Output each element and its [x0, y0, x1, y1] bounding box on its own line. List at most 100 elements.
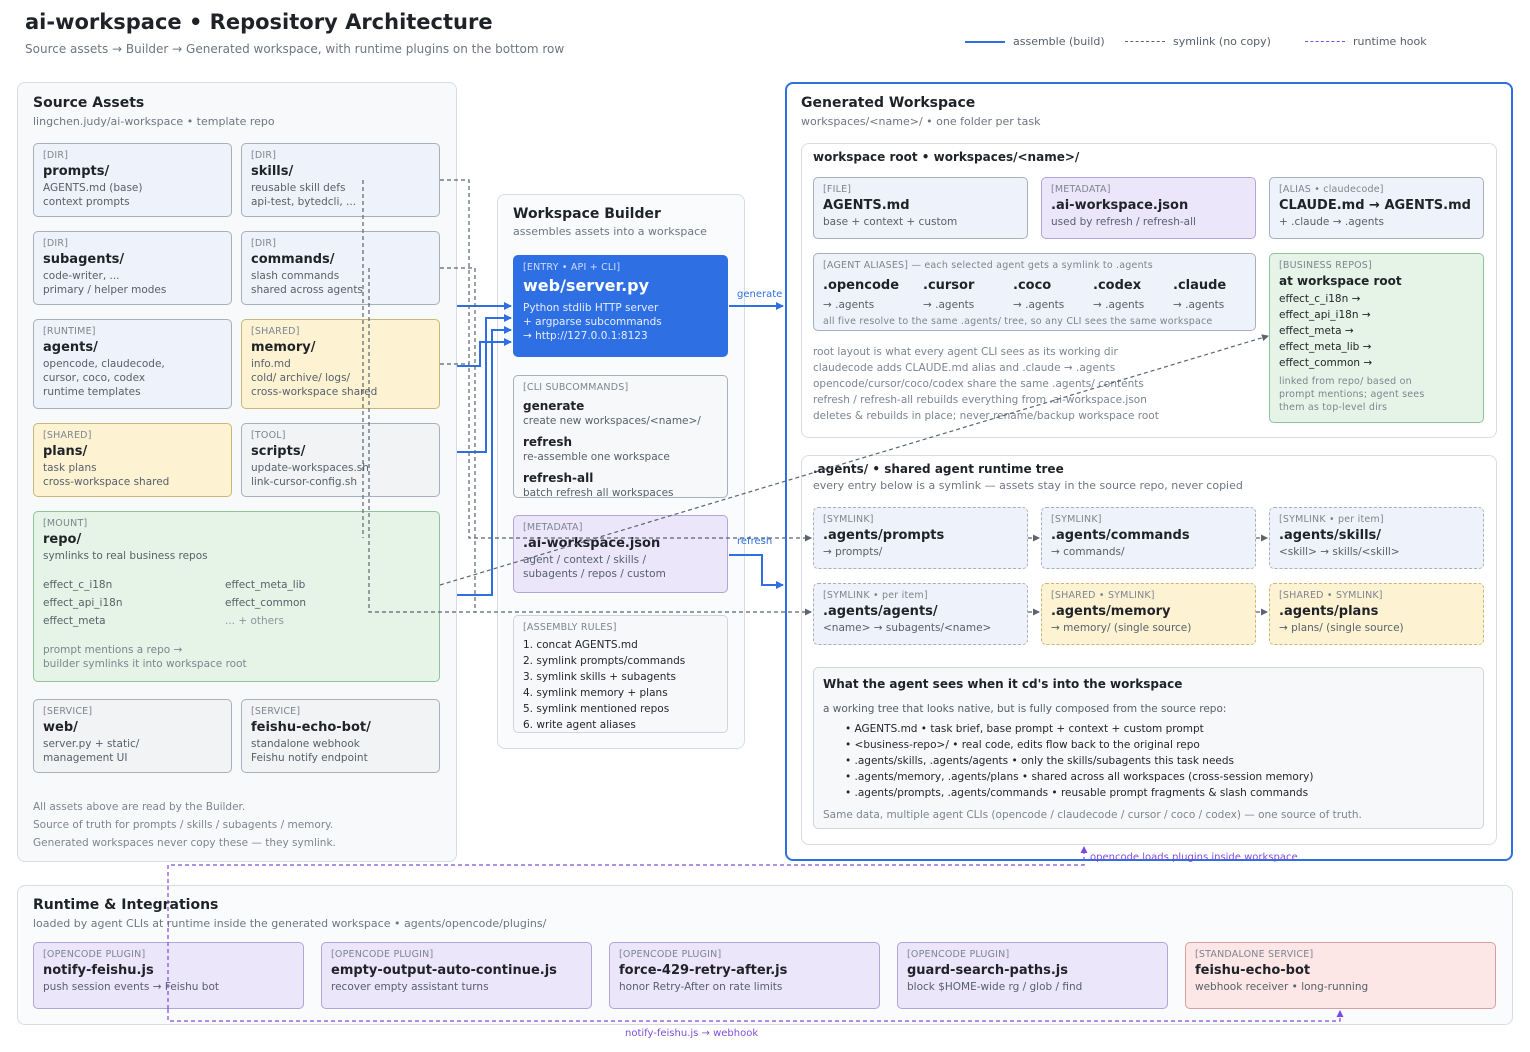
- card-desc: standalone webhook: [251, 738, 360, 750]
- card-tag: [SHARED]: [251, 326, 300, 337]
- plugin-empty-output[interactable]: [OPENCODE PLUGIN] empty-output-auto-cont…: [321, 942, 592, 1009]
- root-claude-alias-card[interactable]: [ALIAS • claudecode] CLAUDE.md → AGENTS.…: [1269, 177, 1484, 239]
- card-desc: link-cursor-config.sh: [251, 476, 358, 488]
- source-scripts-card[interactable]: [TOOL] scripts/ update-workspaces.sh lin…: [241, 423, 440, 497]
- repo-item: effect_meta: [43, 615, 106, 627]
- source-commands-card[interactable]: [DIR] commands/ slash commands shared ac…: [241, 231, 440, 305]
- card-tag: [ALIAS • claudecode]: [1279, 184, 1384, 195]
- tree-agents-card[interactable]: [SYMLINK • per item] .agents/agents/ <na…: [813, 583, 1028, 645]
- builder-cli-card[interactable]: [CLI SUBCOMMANDS] generate create new wo…: [513, 375, 728, 498]
- root-json-card[interactable]: [METADATA] .ai-workspace.json used by re…: [1041, 177, 1256, 239]
- cli-refresh-all: refresh-all: [523, 471, 594, 485]
- card-desc: context prompts: [43, 196, 130, 208]
- plugin-guard-search[interactable]: [OPENCODE PLUGIN] guard-search-paths.js …: [897, 942, 1168, 1009]
- card-desc: update-workspaces.sh: [251, 462, 369, 474]
- agents-tree-title: .agents/ • shared agent runtime tree: [813, 462, 1064, 476]
- agent-sees-item: • AGENTS.md • task brief, base prompt + …: [845, 723, 1204, 735]
- card-desc: reusable skill defs: [251, 182, 346, 194]
- rule-item: 2. symlink prompts/commands: [523, 655, 686, 667]
- card-tag: [AGENT ALIASES] — each selected agent ge…: [823, 260, 1153, 271]
- card-tag: [MOUNT]: [43, 518, 88, 529]
- cli-refresh-all-desc: batch refresh all workspaces: [523, 487, 674, 498]
- card-desc: base + context + custom: [823, 216, 958, 228]
- card-name: prompts/: [43, 164, 110, 179]
- tree-prompts-card[interactable]: [SYMLINK] .agents/prompts → prompts/: [813, 507, 1028, 569]
- cli-refresh: refresh: [523, 435, 573, 449]
- legend-hook-line: [1305, 41, 1345, 42]
- service-feishu-echo-bot[interactable]: [STANDALONE SERVICE] feishu-echo-bot web…: [1185, 942, 1496, 1009]
- source-title: Source Assets: [33, 95, 145, 111]
- source-subagents-card[interactable]: [DIR] subagents/ code-writer, ... primar…: [33, 231, 232, 305]
- card-desc: task plans: [43, 462, 97, 474]
- card-desc: + argparse subcommands: [523, 316, 662, 328]
- tree-plans-card[interactable]: [SHARED • SYMLINK] .agents/plans → plans…: [1269, 583, 1484, 645]
- root-agents-md-card[interactable]: [FILE] AGENTS.md base + context + custom: [813, 177, 1028, 239]
- tree-memory-card[interactable]: [SHARED • SYMLINK] .agents/memory → memo…: [1041, 583, 1256, 645]
- builder-entry-card[interactable]: [ENTRY • API + CLI] web/server.py Python…: [513, 255, 728, 357]
- builder-title: Workspace Builder: [513, 206, 661, 222]
- card-tag: [STANDALONE SERVICE]: [1195, 949, 1314, 960]
- card-name: empty-output-auto-continue.js: [331, 963, 557, 978]
- source-skills-card[interactable]: [DIR] skills/ reusable skill defs api-te…: [241, 143, 440, 217]
- card-name: repo/: [43, 532, 82, 547]
- alias-name: .cursor: [923, 278, 975, 293]
- legend-solid-line: [965, 40, 1005, 43]
- plugin-force-429[interactable]: [OPENCODE PLUGIN] force-429-retry-after.…: [609, 942, 880, 1009]
- card-name: CLAUDE.md → AGENTS.md: [1279, 198, 1471, 213]
- card-tag: [SYMLINK]: [1051, 514, 1102, 525]
- card-desc: api-test, bytedcli, ...: [251, 196, 357, 208]
- root-note: root layout is what every agent CLI sees…: [813, 346, 1118, 358]
- webhook-label: notify-feishu.js → webhook: [625, 1028, 759, 1039]
- repo-note: prompt mentions a repo →: [43, 644, 183, 656]
- card-desc: → memory/ (single source): [1051, 622, 1192, 634]
- business-repos-card[interactable]: [BUSINESS REPOS] at workspace root effec…: [1269, 253, 1484, 423]
- source-feishu-card[interactable]: [SERVICE] feishu-echo-bot/ standalone we…: [241, 699, 440, 773]
- source-note: Source of truth for prompts / skills / s…: [33, 819, 334, 831]
- card-name: scripts/: [251, 444, 306, 459]
- cli-generate-desc: create new workspaces/<name>/: [523, 415, 701, 427]
- legend-dashed-line: [1125, 41, 1165, 42]
- source-plans-card[interactable]: [SHARED] plans/ task plans cross-workspa…: [33, 423, 232, 497]
- card-name: .agents/prompts: [823, 528, 945, 543]
- card-desc: → prompts/: [823, 546, 883, 558]
- card-name: web/: [43, 720, 78, 735]
- card-desc: AGENTS.md (base): [43, 182, 143, 194]
- rule-item: 1. concat AGENTS.md: [523, 639, 638, 651]
- card-desc: slash commands: [251, 270, 340, 282]
- entry-name: web/server.py: [523, 276, 650, 295]
- card-tag: [SYMLINK • per item]: [823, 590, 928, 601]
- alias-cursor: .cursor → .agents: [923, 276, 974, 312]
- card-desc: honor Retry-After on rate limits: [619, 981, 783, 993]
- repo-item: effect_meta_lib: [225, 579, 306, 591]
- card-name: AGENTS.md: [823, 198, 910, 213]
- business-note: linked from repo/ based on: [1279, 376, 1412, 387]
- agent-sees-card: What the agent sees when it cd's into th…: [813, 667, 1484, 829]
- card-desc: runtime templates: [43, 386, 141, 398]
- tree-skills-card[interactable]: [SYMLINK • per item] .agents/skills/ <sk…: [1269, 507, 1484, 569]
- card-tag: [SERVICE]: [251, 706, 301, 717]
- card-desc: symlinks to real business repos: [43, 550, 208, 562]
- business-repo-item: effect_api_i18n →: [1279, 309, 1371, 321]
- card-desc: <skill> → skills/<skill>: [1279, 546, 1400, 558]
- card-name: subagents/: [43, 252, 125, 267]
- card-desc: primary / helper modes: [43, 284, 167, 296]
- source-prompts-card[interactable]: [DIR] prompts/ AGENTS.md (base) context …: [33, 143, 232, 217]
- aliases-foot: all five resolve to the same .agents/ tr…: [823, 316, 1213, 327]
- agent-aliases-card[interactable]: [AGENT ALIASES] — each selected agent ge…: [813, 253, 1256, 331]
- card-tag: [OPENCODE PLUGIN]: [331, 949, 434, 960]
- source-agents-card[interactable]: [RUNTIME] agents/ opencode, claudecode, …: [33, 319, 232, 409]
- alias-codex: .codex → .agents: [1093, 276, 1144, 312]
- source-web-card[interactable]: [SERVICE] web/ server.py + static/ manag…: [33, 699, 232, 773]
- source-repo-card[interactable]: [MOUNT] repo/ symlinks to real business …: [33, 511, 440, 682]
- refresh-label: refresh: [737, 536, 773, 547]
- source-memory-card[interactable]: [SHARED] memory/ info.md cold/ archive/ …: [241, 319, 440, 409]
- root-notes: root layout is what every agent CLI sees…: [813, 344, 1159, 424]
- builder-metadata-card[interactable]: [METADATA] .ai-workspace.json agent / co…: [513, 515, 728, 593]
- tree-commands-card[interactable]: [SYMLINK] .agents/commands → commands/: [1041, 507, 1256, 569]
- rule-item: 4. symlink memory + plans: [523, 687, 668, 699]
- agent-sees-title: What the agent sees when it cd's into th…: [823, 677, 1183, 691]
- alias-target: → .agents: [823, 299, 875, 311]
- plugin-notify-feishu[interactable]: [OPENCODE PLUGIN] notify-feishu.js push …: [33, 942, 304, 1009]
- card-desc: subagents / repos / custom: [523, 568, 666, 580]
- page-title: ai-workspace • Repository Architecture: [25, 10, 493, 34]
